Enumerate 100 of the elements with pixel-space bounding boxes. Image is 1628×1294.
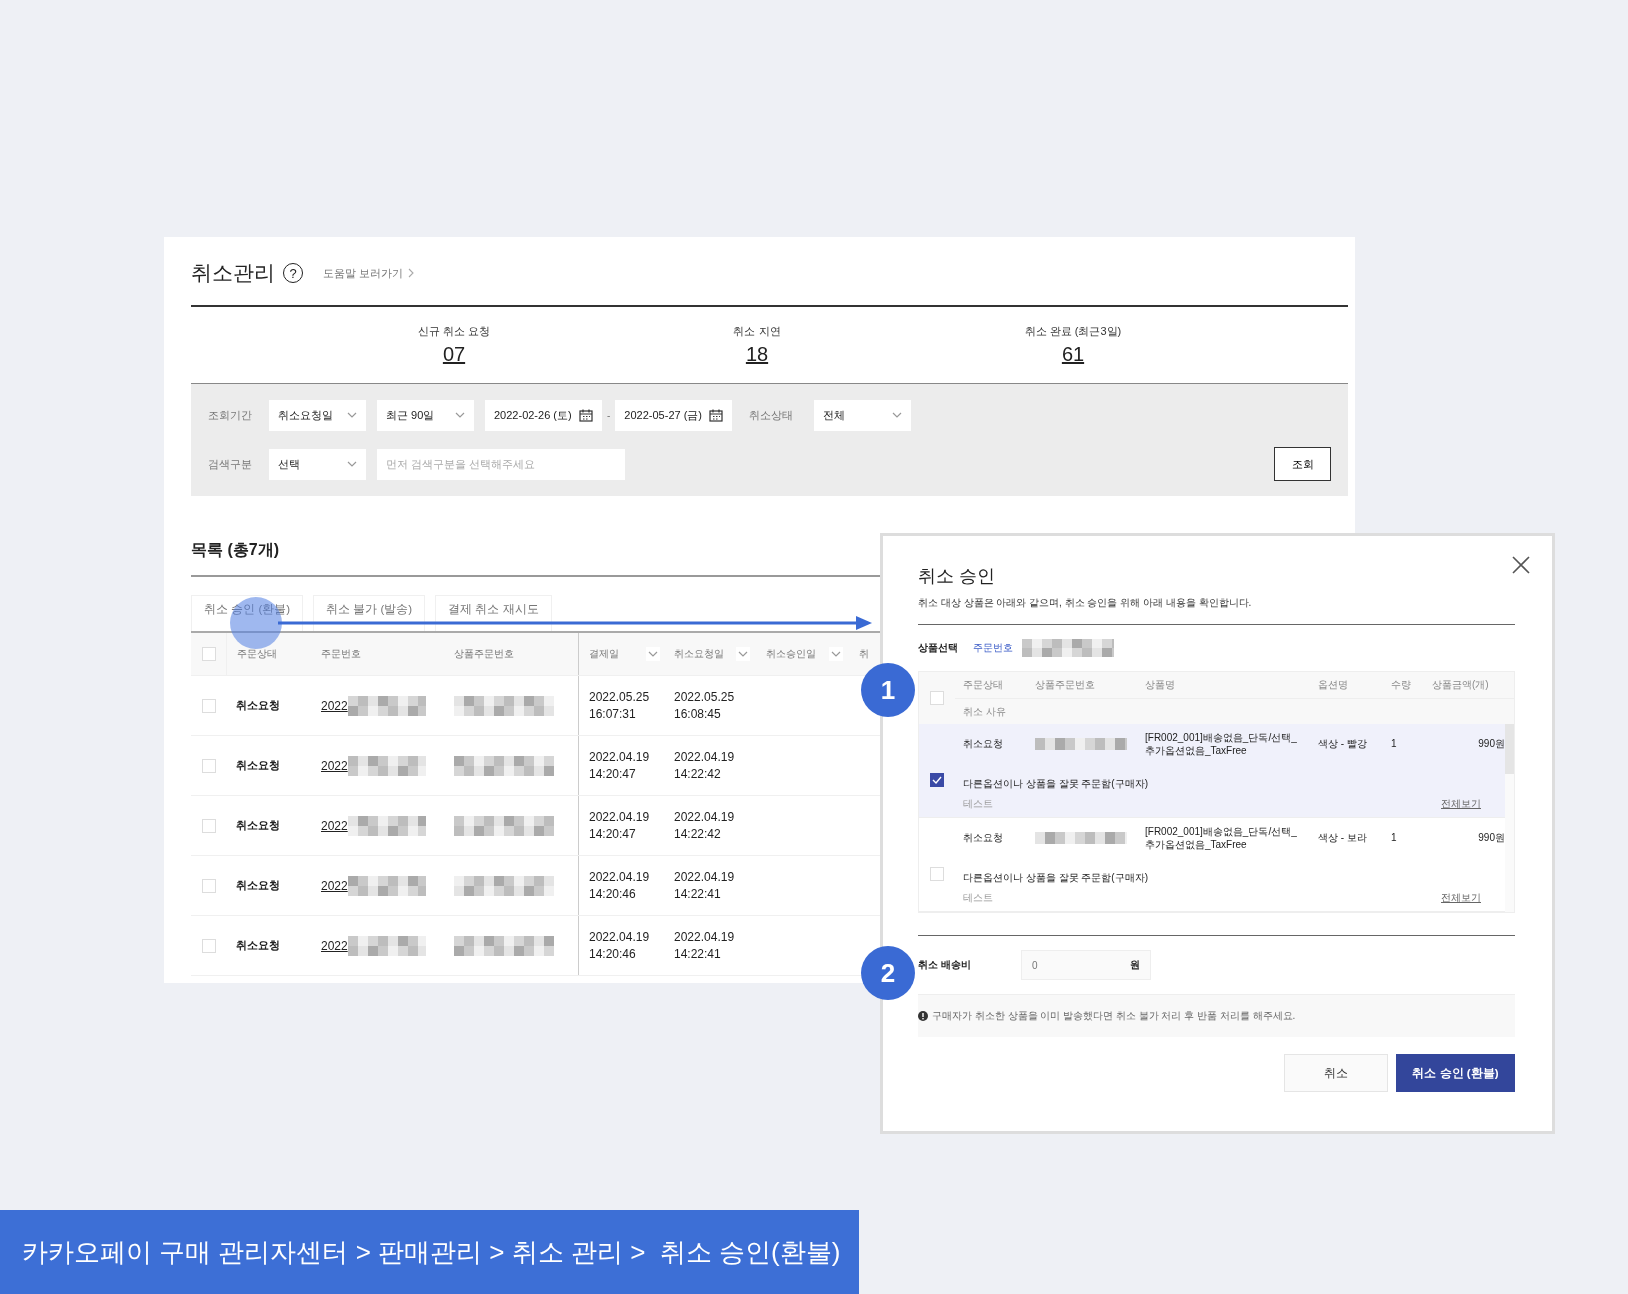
column-header: 주문상태 xyxy=(962,678,1004,692)
section-label: 상품선택 xyxy=(918,641,958,655)
scrollbar[interactable] xyxy=(1505,724,1514,774)
dropdown[interactable]: 전체 xyxy=(814,399,912,431)
table-cell: 2022.04.19 14:20:46 xyxy=(578,856,664,915)
column-header: 주문상태 xyxy=(237,647,277,661)
column-header: 주문번호 xyxy=(321,647,361,661)
table-cell-text: 1 xyxy=(1390,832,1398,843)
view-all-link[interactable]: 전체보기 xyxy=(1441,796,1481,811)
dropdown[interactable]: 취소요청일 xyxy=(269,399,366,431)
table-cell-text: 색상 - 보라 xyxy=(1317,830,1368,845)
table-cell: 2022.05.25 16:07:31 xyxy=(578,676,664,735)
chevron-down-icon xyxy=(892,412,903,418)
filter-label: 조회기간 xyxy=(208,407,253,423)
table-cell-text: 취소요청 xyxy=(962,736,1004,751)
date-field[interactable]: 2022-05-27 (금) xyxy=(615,399,733,431)
breadcrumb-banner: 카카오페이 구매 관리자센터 > 판매관리 > 취소 관리 > 취소 승인(환불) xyxy=(0,1210,859,1294)
calendar-icon xyxy=(709,408,724,422)
order-link[interactable]: 2022 xyxy=(321,878,348,893)
search-button[interactable]: 조회 xyxy=(1274,447,1331,481)
column-header: 상품주문번호 xyxy=(1034,678,1096,692)
chevron-down-icon xyxy=(347,412,357,418)
table-cell-text: 취소요청 xyxy=(235,698,281,713)
table-cell-text: 취소요청 xyxy=(235,878,281,893)
order-link[interactable]: 2022 xyxy=(321,818,348,833)
help-link[interactable]: 도움말 보러가기 xyxy=(323,265,415,281)
table-cell-text: 취소요청 xyxy=(235,938,281,953)
table-cell-text: 1 xyxy=(1390,738,1398,749)
memo-text: 테스트 xyxy=(963,890,993,905)
table-cell-text: 취소요청 xyxy=(235,758,281,773)
summary-label: 취소 완료 (최근3일) xyxy=(1024,324,1122,339)
column-header: 취소 사유 xyxy=(962,704,1006,719)
date-field[interactable]: 2022-02-26 (토) xyxy=(485,399,602,431)
table-cell-text: 990원 xyxy=(1477,830,1505,845)
summary-count[interactable]: 07 xyxy=(442,343,466,366)
table-cell: 2022.04.19 14:20:46 xyxy=(578,916,664,975)
table-cell-text: 2022.05.25 16:08:45 xyxy=(673,688,736,723)
dropdown[interactable]: 최근 90일 xyxy=(377,399,474,431)
column-header: 옵션명 xyxy=(1317,678,1349,692)
column-header: 수량 xyxy=(1390,678,1412,692)
product-name: [FR002_001]배송없음_단독/선택_ 추가옵션없음_TaxFree xyxy=(1144,824,1298,851)
dialog-description: 취소 대상 상품은 아래와 같으며, 취소 승인을 위해 아래 내용을 확인합니다. xyxy=(918,596,1515,625)
order-link[interactable]: 2022 xyxy=(321,938,348,953)
unit-label: 원 xyxy=(1130,958,1140,972)
sort-button[interactable] xyxy=(829,647,843,661)
calendar-icon xyxy=(579,408,593,422)
sort-button[interactable] xyxy=(646,647,660,661)
column-header: 취소승인일 xyxy=(766,647,816,661)
dropdown[interactable]: 선택 xyxy=(269,448,366,480)
table-cell-text: 2022.04.19 14:22:42 xyxy=(673,808,736,843)
filter-label: 취소상태 xyxy=(749,407,794,423)
notice-text: 구매자가 취소한 상품을 이미 발송했다면 취소 불가 처리 후 반품 처리를 해주세요. xyxy=(932,1009,1296,1023)
cancel-reason: 다른옵션이나 상품을 잘못 주문함(구매자) xyxy=(962,870,1149,885)
summary-count[interactable]: 61 xyxy=(1061,343,1085,366)
chevron-down-icon xyxy=(831,651,841,657)
view-all-link[interactable]: 전체보기 xyxy=(1441,890,1481,905)
chevron-down-icon xyxy=(738,651,748,657)
column-header: 상품명 xyxy=(1144,678,1176,692)
table-cell: 2022.04.19 14:20:47 xyxy=(578,736,664,795)
table-cell-text: 2022.04.19 14:22:42 xyxy=(673,748,736,783)
search-field[interactable]: 먼저 검색구분을 선택해주세요 xyxy=(377,448,625,480)
order-link[interactable]: 2022 xyxy=(321,758,348,773)
summary-count[interactable]: 18 xyxy=(745,343,769,366)
chevron-down-icon xyxy=(648,651,658,657)
table-cell-text: 990원 xyxy=(1477,736,1505,751)
chevron-down-icon xyxy=(455,412,465,418)
product-name: [FR002_001]배송없음_단독/선택_ 추가옵션없음_TaxFree xyxy=(1144,730,1298,757)
close-icon[interactable] xyxy=(1512,556,1530,574)
column-header: 취 xyxy=(859,647,869,661)
summary-label: 신규 취소 요청 xyxy=(417,324,491,339)
column-header: 상품금액(개) xyxy=(1431,678,1490,692)
order-number-link[interactable]: 주문번호 xyxy=(973,641,1013,655)
column-header: 취소요청일 xyxy=(674,647,724,661)
chevron-right-icon xyxy=(408,268,415,278)
date-separator: - xyxy=(607,409,611,421)
page-title: 취소관리 xyxy=(191,260,275,286)
filter-label: 검색구분 xyxy=(208,456,253,472)
table-cell-text: 색상 - 빨강 xyxy=(1317,736,1368,751)
table-cell-text: 2022.04.19 14:22:41 xyxy=(673,868,736,903)
table-cell: 2022.04.19 14:20:47 xyxy=(578,796,664,855)
table-cell-text: 2022.04.19 14:22:41 xyxy=(673,928,736,963)
memo-text: 테스트 xyxy=(963,796,993,811)
summary-label: 취소 지연 xyxy=(733,324,781,339)
cancel-button[interactable]: 취소 xyxy=(1284,1054,1388,1092)
field-label: 취소 배송비 xyxy=(918,958,972,972)
checkbox[interactable] xyxy=(930,773,944,787)
action-button[interactable]: 취소 불가 (발송) xyxy=(313,595,426,631)
order-link[interactable]: 2022 xyxy=(321,698,348,713)
chevron-down-icon xyxy=(347,461,357,467)
product-row[interactable]: 취소요청 [FR002_001]배송없음_단독/선택_ 추가옵션없음_TaxFree 색상 - 보라 1 990원 다른옵션이나 상품을 잘못 주문함(구매자) 테스트 전체보기 xyxy=(919,818,1505,912)
product-row[interactable]: 취소요청 [FR002_001]배송없음_단독/선택_ 추가옵션없음_TaxFree 색상 - 빨강 1 990원 다른옵션이나 상품을 잘못 주문함(구매자) 테스트 전체보기 xyxy=(919,724,1505,818)
column-header: 결제일 xyxy=(589,647,619,661)
shipping-fee-field[interactable]: 0 원 xyxy=(1021,950,1151,980)
column-header: 상품주문번호 xyxy=(454,647,514,661)
table-cell-text: 취소요청 xyxy=(962,830,1004,845)
sort-button[interactable] xyxy=(736,647,750,661)
table-cell-text: 취소요청 xyxy=(235,818,281,833)
approve-button[interactable]: 취소 승인 (환불) xyxy=(1396,1054,1515,1092)
action-button[interactable]: 결제 취소 재시도 xyxy=(435,595,552,631)
cancel-reason: 다른옵션이나 상품을 잘못 주문함(구매자) xyxy=(962,776,1149,791)
